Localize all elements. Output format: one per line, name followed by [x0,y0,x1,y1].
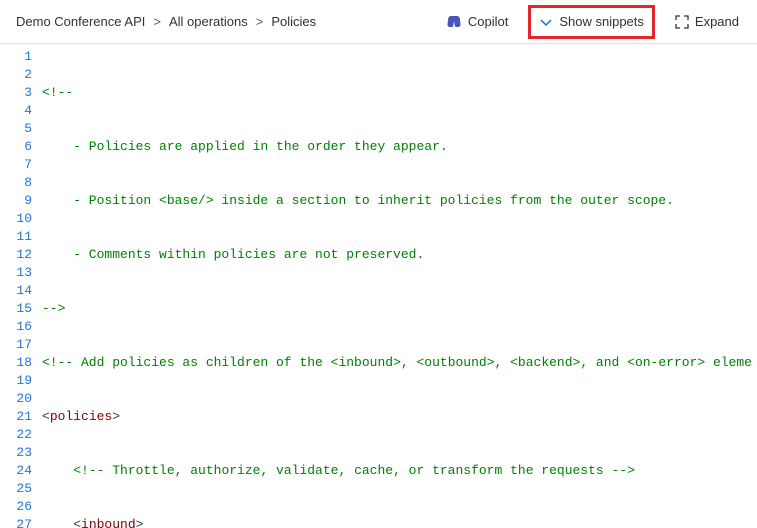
line-number: 21 [0,408,32,426]
line-number: 2 [0,66,32,84]
breadcrumb-policies[interactable]: Policies [271,14,316,29]
line-number: 6 [0,138,32,156]
snippets-label: Show snippets [559,14,644,29]
code-line: <!-- Throttle, authorize, validate, cach… [42,462,757,480]
line-number: 13 [0,264,32,282]
breadcrumb-sep: > [153,14,161,29]
line-number: 8 [0,174,32,192]
line-number: 17 [0,336,32,354]
header-bar: Demo Conference API > All operations > P… [0,0,757,44]
line-number: 22 [0,426,32,444]
line-number: 5 [0,120,32,138]
line-number: 27 [0,516,32,528]
code-line: - Position <base/> inside a section to i… [42,192,757,210]
line-number: 23 [0,444,32,462]
line-number: 24 [0,462,32,480]
line-number: 15 [0,300,32,318]
toolbar: Copilot Show snippets Expand [444,5,741,39]
snippets-highlight: Show snippets [528,5,655,39]
copilot-button[interactable]: Copilot [444,10,510,34]
line-number: 11 [0,228,32,246]
expand-button[interactable]: Expand [673,10,741,33]
code-line: - Comments within policies are not prese… [42,246,757,264]
code-line: --> [42,300,757,318]
code-content[interactable]: <!-- - Policies are applied in the order… [42,44,757,528]
expand-icon [675,15,689,29]
line-number: 12 [0,246,32,264]
copilot-label: Copilot [468,14,508,29]
breadcrumb-api[interactable]: Demo Conference API [16,14,145,29]
line-number: 14 [0,282,32,300]
copilot-icon [446,14,462,30]
line-number: 3 [0,84,32,102]
code-editor[interactable]: 1 2 3 4 5 6 7 8 9 10 11 12 13 14 15 16 1… [0,44,757,528]
line-number: 26 [0,498,32,516]
code-line: <inbound> [42,516,757,528]
code-line: <!-- Add policies as children of the <in… [42,354,757,372]
breadcrumb-sep: > [256,14,264,29]
code-line: <policies> [42,408,757,426]
line-number: 7 [0,156,32,174]
code-line: <!-- [42,84,757,102]
chevron-down-icon [539,15,553,29]
line-number: 4 [0,102,32,120]
line-number: 20 [0,390,32,408]
line-number: 16 [0,318,32,336]
line-number: 25 [0,480,32,498]
line-gutter: 1 2 3 4 5 6 7 8 9 10 11 12 13 14 15 16 1… [0,44,42,528]
line-number: 19 [0,372,32,390]
breadcrumb-operations[interactable]: All operations [169,14,248,29]
line-number: 18 [0,354,32,372]
line-number: 9 [0,192,32,210]
expand-label: Expand [695,14,739,29]
breadcrumb: Demo Conference API > All operations > P… [16,14,444,29]
code-line: - Policies are applied in the order they… [42,138,757,156]
line-number: 10 [0,210,32,228]
line-number: 1 [0,48,32,66]
show-snippets-button[interactable]: Show snippets [537,10,646,33]
